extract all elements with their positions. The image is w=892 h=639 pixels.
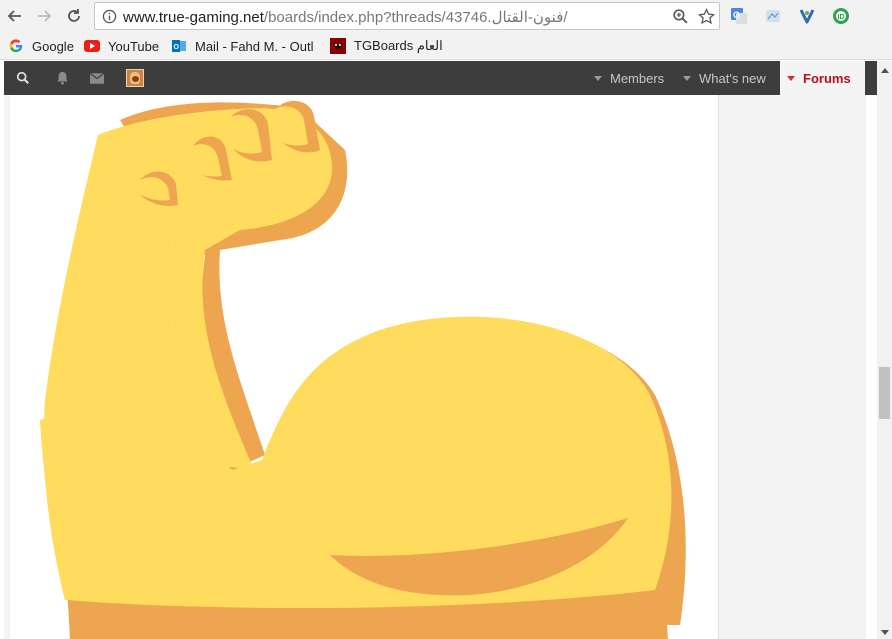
- bookmark-google[interactable]: Google: [8, 36, 74, 56]
- bookmarks-bar: Google YouTube O Mail - Fahd M. - Outl T…: [0, 32, 892, 60]
- back-button[interactable]: [4, 5, 26, 27]
- alerts-button[interactable]: [43, 61, 81, 95]
- svg-text:O: O: [174, 44, 180, 51]
- bookmark-label: Mail - Fahd M. - Outl: [195, 38, 314, 54]
- forum-nav-bar: Members What's new Forums: [4, 61, 877, 95]
- forward-button[interactable]: [33, 5, 55, 27]
- tgboards-icon: [330, 38, 346, 54]
- bookmark-label: YouTube: [108, 38, 160, 54]
- triangle-up-icon: [880, 67, 889, 73]
- tab-members[interactable]: Members: [594, 61, 664, 95]
- browser-toolbar: www.true-gaming.net/boards/index.php?thr…: [0, 0, 892, 32]
- bookmark-mail[interactable]: O Mail - Fahd M. - Outl: [171, 36, 313, 56]
- bell-icon: [56, 71, 68, 85]
- search-icon: [16, 71, 29, 84]
- page-scrollbar[interactable]: [877, 61, 892, 639]
- reload-button[interactable]: [63, 5, 85, 27]
- zoom-icon[interactable]: [672, 8, 689, 25]
- url-text: www.true-gaming.net/boards/index.php?thr…: [123, 9, 568, 26]
- bookmark-label: Google: [32, 38, 74, 54]
- id-extension-icon[interactable]: ID: [830, 5, 852, 27]
- scroll-thumb[interactable]: [879, 367, 890, 419]
- reload-icon: [68, 9, 80, 22]
- sidebar: [720, 95, 866, 639]
- youtube-icon: [84, 38, 100, 54]
- bookmark-tgboards[interactable]: TGBoards العام: [330, 36, 443, 56]
- flexed-biceps-image: [40, 100, 686, 639]
- bookmark-youtube[interactable]: YouTube: [84, 36, 159, 56]
- messages-button[interactable]: [78, 61, 116, 95]
- star-icon[interactable]: [698, 8, 715, 25]
- scroll-down-button[interactable]: [877, 627, 892, 637]
- scroll-up-button[interactable]: [877, 65, 892, 75]
- tab-whats-new[interactable]: What's new: [683, 61, 766, 95]
- extension-icon[interactable]: [762, 5, 784, 27]
- back-arrow-icon: [7, 10, 21, 22]
- envelope-icon: [90, 72, 104, 84]
- chevron-down-icon: [594, 75, 602, 81]
- tab-label: Members: [610, 70, 665, 86]
- chevron-down-icon: [683, 75, 691, 81]
- bookmark-label: TGBoards العام: [354, 38, 443, 53]
- tab-label: Forums: [803, 70, 851, 86]
- address-bar[interactable]: www.true-gaming.net/boards/index.php?thr…: [94, 2, 720, 30]
- svg-text:G: G: [733, 10, 740, 20]
- triangle-down-icon: [880, 629, 889, 635]
- avatar: [126, 69, 144, 87]
- info-icon[interactable]: [102, 9, 117, 24]
- google-icon: [8, 38, 24, 54]
- post-content: [10, 95, 719, 639]
- forward-arrow-icon: [38, 10, 52, 22]
- tab-forums[interactable]: Forums: [780, 61, 865, 95]
- tab-label: What's new: [699, 70, 766, 86]
- google-translate-icon[interactable]: G: [728, 5, 750, 27]
- avatar-button[interactable]: [116, 61, 154, 95]
- svg-text:ID: ID: [838, 14, 845, 21]
- outlook-icon: O: [171, 38, 187, 54]
- search-button[interactable]: [4, 61, 42, 95]
- chevron-down-icon: [787, 75, 795, 81]
- vpn-icon[interactable]: [796, 5, 818, 27]
